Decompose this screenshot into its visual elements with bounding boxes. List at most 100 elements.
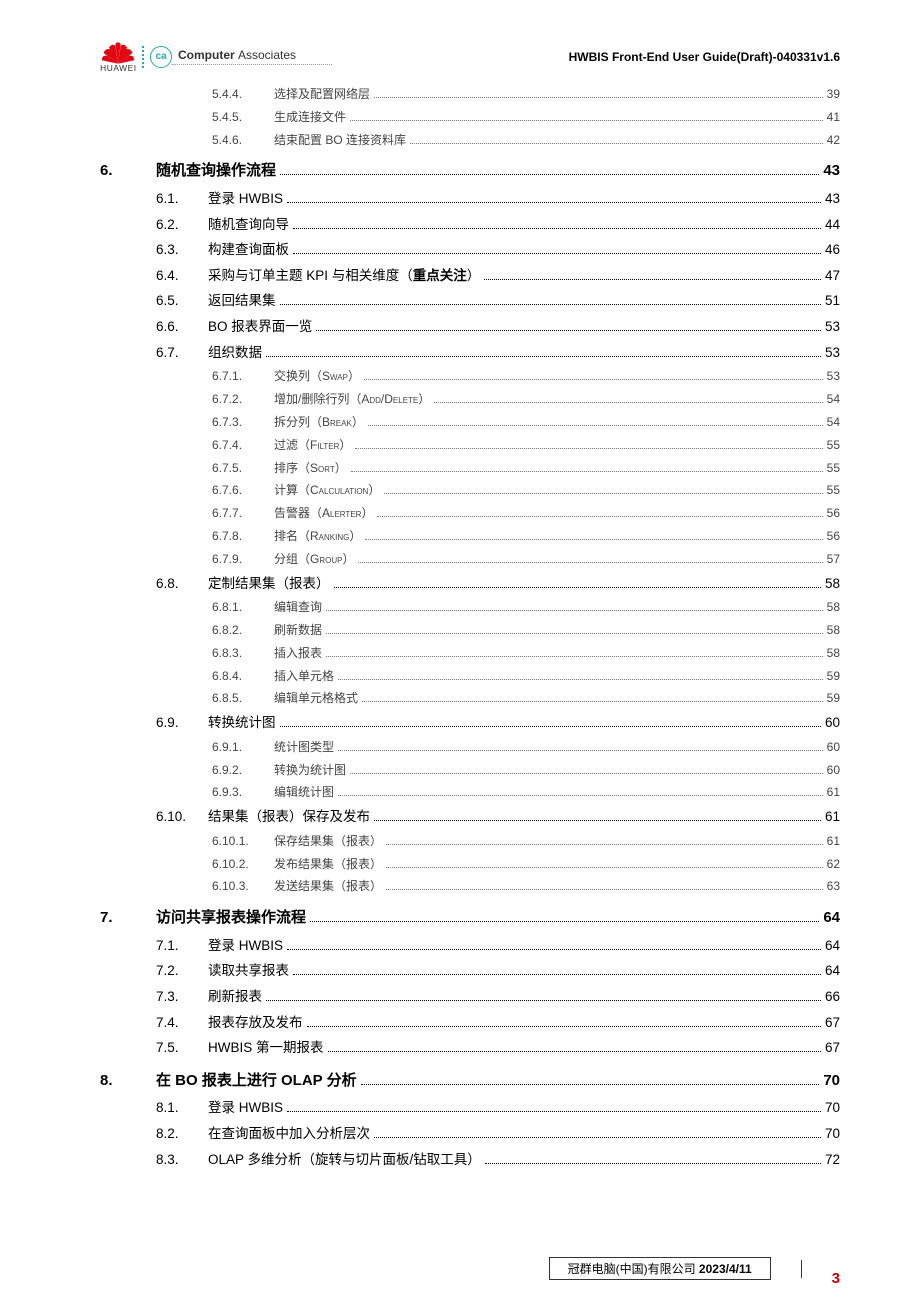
toc-entry[interactable]: 6.7.8.排名（Ranking）56 [100, 525, 840, 548]
toc-number: 8.2. [156, 1121, 208, 1147]
toc-page: 59 [827, 665, 840, 688]
toc-entry[interactable]: 7.访问共享报表操作流程64 [100, 904, 840, 933]
toc-number: 6.8.5. [212, 687, 274, 710]
toc-entry[interactable]: 6.10.2.发布结果集（报表）62 [100, 853, 840, 876]
toc-page: 54 [827, 411, 840, 434]
toc-entry[interactable]: 6.8.2.刷新数据58 [100, 619, 840, 642]
toc-title: 随机查询向导 [208, 212, 289, 238]
toc-entry[interactable]: 5.4.4.选择及配置网络层39 [100, 83, 840, 106]
toc-entry[interactable]: 6.8.5.编辑单元格格式59 [100, 687, 840, 710]
toc-entry[interactable]: 6.9.1.统计图类型60 [100, 736, 840, 759]
toc-entry[interactable]: 7.1.登录 HWBIS64 [100, 933, 840, 959]
toc-leader [280, 304, 821, 305]
toc-leader [307, 1026, 821, 1027]
toc-entry[interactable]: 6.7.5.排序（Sort）55 [100, 457, 840, 480]
toc-page: 53 [825, 314, 840, 340]
toc-leader [351, 471, 823, 472]
toc-entry[interactable]: 6.6.BO 报表界面一览53 [100, 314, 840, 340]
toc-entry[interactable]: 6.9.2.转换为统计图60 [100, 759, 840, 782]
toc-entry[interactable]: 6.随机查询操作流程43 [100, 157, 840, 186]
toc-title: 采购与订单主题 KPI 与相关维度（重点关注） [208, 263, 480, 289]
ca-underline [172, 64, 332, 65]
toc-entry[interactable]: 6.7.7.告警器（Alerter）56 [100, 502, 840, 525]
toc-number: 6.10.2. [212, 853, 274, 876]
toc-title: 增加/删除行列（Add/Delete） [274, 388, 430, 411]
toc-leader [287, 949, 821, 950]
page-footer: 冠群电脑(中国)有限公司 2023/4/11 3 [100, 1257, 840, 1280]
toc-page: 70 [825, 1095, 840, 1121]
toc-entry[interactable]: 6.9.转换统计图60 [100, 710, 840, 736]
toc-entry[interactable]: 6.8.3.插入报表58 [100, 642, 840, 665]
toc-page: 72 [825, 1147, 840, 1173]
toc-leader [326, 656, 823, 657]
toc-title: 在 BO 报表上进行 OLAP 分析 [156, 1067, 357, 1096]
toc-entry[interactable]: 6.10.结果集（报表）保存及发布61 [100, 804, 840, 830]
toc-number: 6. [100, 157, 156, 186]
toc-title: HWBIS 第一期报表 [208, 1035, 324, 1061]
toc-entry[interactable]: 6.8.定制结果集（报表）58 [100, 571, 840, 597]
toc-number: 6.3. [156, 237, 208, 263]
toc-entry[interactable]: 8.在 BO 报表上进行 OLAP 分析70 [100, 1067, 840, 1096]
toc-entry[interactable]: 6.2.随机查询向导44 [100, 212, 840, 238]
toc-entry[interactable]: 8.3.OLAP 多维分析（旋转与切片面板/钻取工具）72 [100, 1147, 840, 1173]
toc-number: 6.7.9. [212, 548, 274, 571]
toc-leader [293, 253, 821, 254]
page-header: HUAWEI ca Computer Associates HWBIS Fron… [100, 40, 840, 73]
toc-entry[interactable]: 7.4.报表存放及发布67 [100, 1010, 840, 1036]
toc-title: 选择及配置网络层 [274, 83, 370, 106]
toc-entry[interactable]: 6.7.3.拆分列（Break）54 [100, 411, 840, 434]
toc-page: 62 [827, 853, 840, 876]
toc-entry[interactable]: 6.7.2.增加/删除行列（Add/Delete）54 [100, 388, 840, 411]
toc-leader [334, 587, 821, 588]
toc-entry[interactable]: 6.9.3.编辑统计图61 [100, 781, 840, 804]
toc-leader [316, 330, 821, 331]
toc-title: 构建查询面板 [208, 237, 289, 263]
toc-page: 58 [827, 596, 840, 619]
toc-page: 61 [825, 804, 840, 830]
page-number: 3 [832, 1270, 840, 1287]
toc-entry[interactable]: 5.4.5.生成连接文件41 [100, 106, 840, 129]
toc-number: 6.4. [156, 263, 208, 289]
toc-entry[interactable]: 6.7.1.交换列（Swap）53 [100, 365, 840, 388]
toc-page: 55 [827, 434, 840, 457]
toc-leader [368, 425, 823, 426]
toc-entry[interactable]: 6.4.采购与订单主题 KPI 与相关维度（重点关注）47 [100, 263, 840, 289]
toc-entry[interactable]: 6.10.3.发送结果集（报表）63 [100, 875, 840, 898]
toc-page: 53 [827, 365, 840, 388]
toc-page: 39 [827, 83, 840, 106]
toc-page: 55 [827, 479, 840, 502]
toc-entry[interactable]: 6.5.返回结果集51 [100, 288, 840, 314]
toc-entry[interactable]: 8.1.登录 HWBIS70 [100, 1095, 840, 1121]
huawei-icon [100, 40, 136, 66]
toc-entry[interactable]: 8.2.在查询面板中加入分析层次70 [100, 1121, 840, 1147]
toc-leader [410, 143, 823, 144]
toc-leader [365, 539, 822, 540]
toc-entry[interactable]: 6.7.组织数据53 [100, 340, 840, 366]
toc-entry[interactable]: 6.7.6.计算（Calculation）55 [100, 479, 840, 502]
toc-entry[interactable]: 6.1.登录 HWBIS43 [100, 186, 840, 212]
toc-number: 6.5. [156, 288, 208, 314]
toc-number: 7.2. [156, 958, 208, 984]
toc-title: 交换列（Swap） [274, 365, 360, 388]
toc-title: 随机查询操作流程 [156, 157, 276, 186]
toc-leader [386, 867, 823, 868]
toc-entry[interactable]: 6.8.1.编辑查询58 [100, 596, 840, 619]
toc-page: 58 [827, 642, 840, 665]
toc-entry[interactable]: 5.4.6.结束配置 BO 连接资料库42 [100, 129, 840, 152]
toc-entry[interactable]: 6.10.1.保存结果集（报表）61 [100, 830, 840, 853]
toc-entry[interactable]: 6.8.4.插入单元格59 [100, 665, 840, 688]
toc-title: 统计图类型 [274, 736, 334, 759]
toc-entry[interactable]: 6.7.4.过滤（Filter）55 [100, 434, 840, 457]
toc-entry[interactable]: 7.3.刷新报表66 [100, 984, 840, 1010]
toc-number: 6.8.3. [212, 642, 274, 665]
toc-entry[interactable]: 7.2.读取共享报表64 [100, 958, 840, 984]
toc-number: 6.8.4. [212, 665, 274, 688]
toc-page: 56 [827, 525, 840, 548]
toc-number: 8. [100, 1067, 156, 1096]
toc-number: 6.6. [156, 314, 208, 340]
toc-title: 结束配置 BO 连接资料库 [274, 129, 406, 152]
toc-number: 6.8.1. [212, 596, 274, 619]
toc-entry[interactable]: 6.7.9.分组（Group）57 [100, 548, 840, 571]
toc-entry[interactable]: 7.5.HWBIS 第一期报表67 [100, 1035, 840, 1061]
toc-entry[interactable]: 6.3.构建查询面板46 [100, 237, 840, 263]
